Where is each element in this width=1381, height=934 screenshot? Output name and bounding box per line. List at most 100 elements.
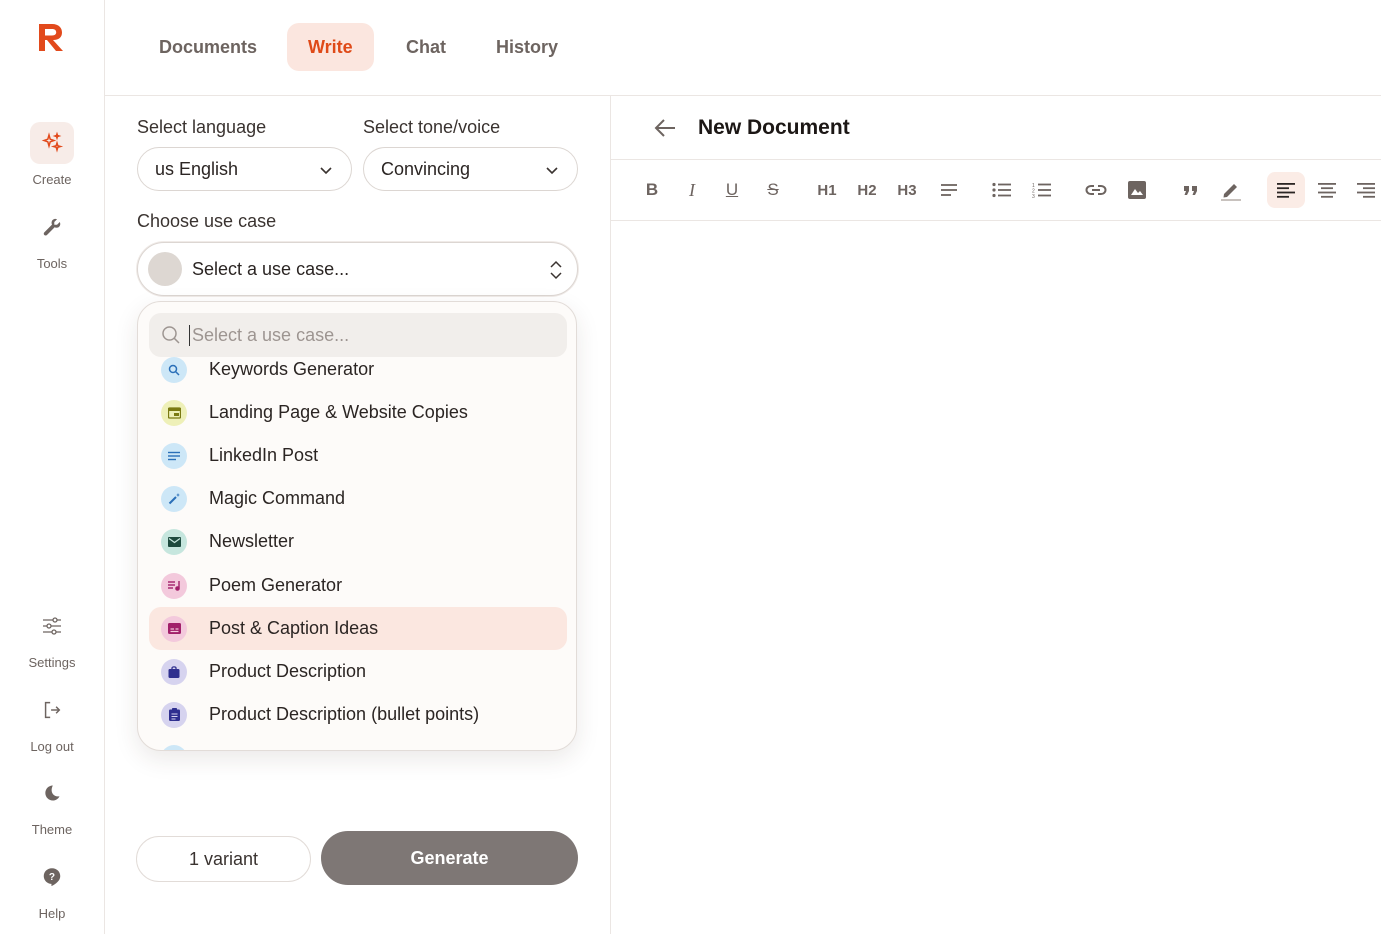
usecase-label: Choose use case bbox=[137, 211, 277, 231]
usecase-search-input[interactable] bbox=[189, 324, 549, 346]
usecase-option-label: Keywords Generator bbox=[209, 359, 375, 379]
link-button[interactable] bbox=[1081, 172, 1111, 208]
strikethrough-button[interactable]: S bbox=[758, 172, 788, 208]
magnify-icon bbox=[161, 356, 187, 383]
paragraph-icon bbox=[941, 184, 957, 196]
heading1-button[interactable]: H1 bbox=[812, 172, 842, 208]
usecase-option-magic-command[interactable]: Magic Command bbox=[149, 477, 567, 520]
sidebar-item-label: Help bbox=[38, 906, 66, 921]
language-select[interactable]: us English bbox=[137, 147, 352, 191]
align-center-button[interactable] bbox=[1312, 172, 1342, 208]
heading3-button[interactable]: H3 bbox=[892, 172, 922, 208]
magic-wand-icon bbox=[161, 485, 187, 512]
wrench-icon bbox=[30, 206, 74, 248]
link-icon bbox=[1085, 185, 1107, 195]
chevron-down-icon bbox=[320, 167, 332, 175]
tab-documents[interactable]: Documents bbox=[138, 23, 278, 71]
usecase-option-linkedin-post[interactable]: LinkedIn Post bbox=[149, 434, 567, 477]
paragraph-button[interactable] bbox=[934, 172, 964, 208]
tab-history[interactable]: History bbox=[475, 23, 579, 71]
pen-icon bbox=[1221, 184, 1241, 201]
usecase-option-post-caption-ideas[interactable]: Post & Caption Ideas bbox=[149, 607, 567, 650]
bullet-list-icon bbox=[992, 182, 1011, 198]
usecase-option-label: Newsletter bbox=[209, 531, 295, 551]
usecase-select[interactable]: Select a use case... bbox=[137, 242, 578, 296]
numbered-list-button[interactable]: 123 bbox=[1027, 172, 1057, 208]
usecase-option-label: LinkedIn Post bbox=[209, 445, 319, 465]
image-button[interactable] bbox=[1122, 172, 1152, 208]
usecase-option-product-description[interactable]: Product Description bbox=[149, 650, 567, 693]
sidebar-item-label: Settings bbox=[28, 655, 76, 670]
document-editor: New Document B I U S H1 H2 H3 123 bbox=[611, 96, 1381, 934]
partial-option-icon bbox=[161, 744, 187, 750]
sidebar-item-theme[interactable]: Theme bbox=[0, 772, 104, 837]
usecase-option-label: Magic Command bbox=[209, 488, 346, 508]
tab-write[interactable]: Write bbox=[287, 23, 374, 71]
help-icon: ? bbox=[30, 856, 74, 898]
tone-select[interactable]: Convincing bbox=[363, 147, 578, 191]
sliders-icon bbox=[30, 605, 74, 647]
usecase-dropdown: Keywords Generator Landing Page & Websit… bbox=[137, 301, 577, 751]
write-form-panel: Select language us English Select tone/v… bbox=[105, 96, 611, 934]
usecase-placeholder-avatar bbox=[148, 252, 182, 286]
moon-icon bbox=[30, 772, 74, 814]
usecase-option-landing-page[interactable]: Landing Page & Website Copies bbox=[149, 391, 567, 434]
generate-button[interactable]: Generate bbox=[321, 831, 578, 885]
logout-icon bbox=[30, 689, 74, 731]
image-icon bbox=[1128, 181, 1146, 199]
usecase-option-label: Landing Page & Website Copies bbox=[209, 402, 468, 422]
usecase-option-keywords-generator[interactable]: Keywords Generator bbox=[149, 348, 567, 391]
svg-text:?: ? bbox=[49, 872, 55, 883]
document-title: New Document bbox=[698, 116, 850, 139]
variant-count-button[interactable]: 1 variant bbox=[136, 836, 311, 882]
usecase-option-label: Poem Generator bbox=[209, 575, 343, 595]
envelope-icon bbox=[161, 528, 187, 555]
sidebar-item-help[interactable]: ? Help bbox=[0, 856, 104, 921]
bold-button[interactable]: B bbox=[637, 172, 667, 208]
sidebar-item-label: Create bbox=[32, 172, 72, 187]
sidebar-item-label: Log out bbox=[30, 739, 74, 754]
app-logo[interactable] bbox=[36, 20, 66, 54]
sidebar-item-logout[interactable]: Log out bbox=[0, 689, 104, 754]
sidebar-item-create[interactable]: Create bbox=[0, 122, 104, 187]
music-lines-icon bbox=[161, 572, 187, 599]
underline-button[interactable]: U bbox=[717, 172, 747, 208]
tab-chat[interactable]: Chat bbox=[385, 23, 467, 71]
top-tab-bar: Documents Write Chat History bbox=[105, 0, 1381, 96]
align-left-icon bbox=[1277, 183, 1295, 198]
heading2-button[interactable]: H2 bbox=[852, 172, 882, 208]
usecase-option-partial bbox=[149, 736, 567, 750]
back-arrow-icon[interactable] bbox=[653, 117, 677, 139]
usecase-option-newsletter[interactable]: Newsletter bbox=[149, 520, 567, 563]
usecase-value: Select a use case... bbox=[192, 258, 350, 279]
align-right-icon bbox=[1357, 183, 1375, 198]
usecase-option-product-description-bullets[interactable]: Product Description (bullet points) bbox=[149, 693, 567, 736]
chevron-down-icon bbox=[546, 167, 558, 175]
document-header: New Document bbox=[611, 96, 1381, 160]
bullet-list-button[interactable] bbox=[987, 172, 1017, 208]
text-lines-icon bbox=[161, 442, 187, 469]
editor-toolbar: B I U S H1 H2 H3 123 bbox=[611, 160, 1381, 221]
usecase-option-label: Product Description bbox=[209, 661, 367, 681]
sparkles-icon bbox=[30, 122, 74, 164]
blockquote-button[interactable] bbox=[1176, 172, 1206, 208]
sidebar-item-tools[interactable]: Tools bbox=[0, 206, 104, 271]
chevron-up-down-icon bbox=[550, 260, 562, 280]
usecase-option-label: Post & Caption Ideas bbox=[209, 618, 379, 638]
language-label: Select language bbox=[137, 117, 267, 137]
sidebar-item-label: Tools bbox=[36, 256, 68, 271]
sidebar-item-settings[interactable]: Settings bbox=[0, 605, 104, 670]
usecase-option-label: Product Description (bullet points) bbox=[209, 704, 480, 724]
clipboard-list-icon bbox=[161, 701, 187, 728]
search-icon bbox=[162, 326, 180, 344]
align-right-button[interactable] bbox=[1351, 172, 1381, 208]
usecase-option-poem-generator[interactable]: Poem Generator bbox=[149, 564, 567, 607]
highlight-button[interactable] bbox=[1216, 172, 1246, 208]
quote-icon bbox=[1184, 186, 1197, 195]
numbered-list-icon: 123 bbox=[1032, 183, 1051, 198]
align-left-button[interactable] bbox=[1267, 172, 1305, 208]
italic-button[interactable]: I bbox=[677, 172, 707, 208]
tone-value: Convincing bbox=[381, 158, 471, 179]
language-value: us English bbox=[155, 158, 239, 179]
sidebar: Create Tools Settings Log out Theme ? He… bbox=[0, 0, 105, 934]
